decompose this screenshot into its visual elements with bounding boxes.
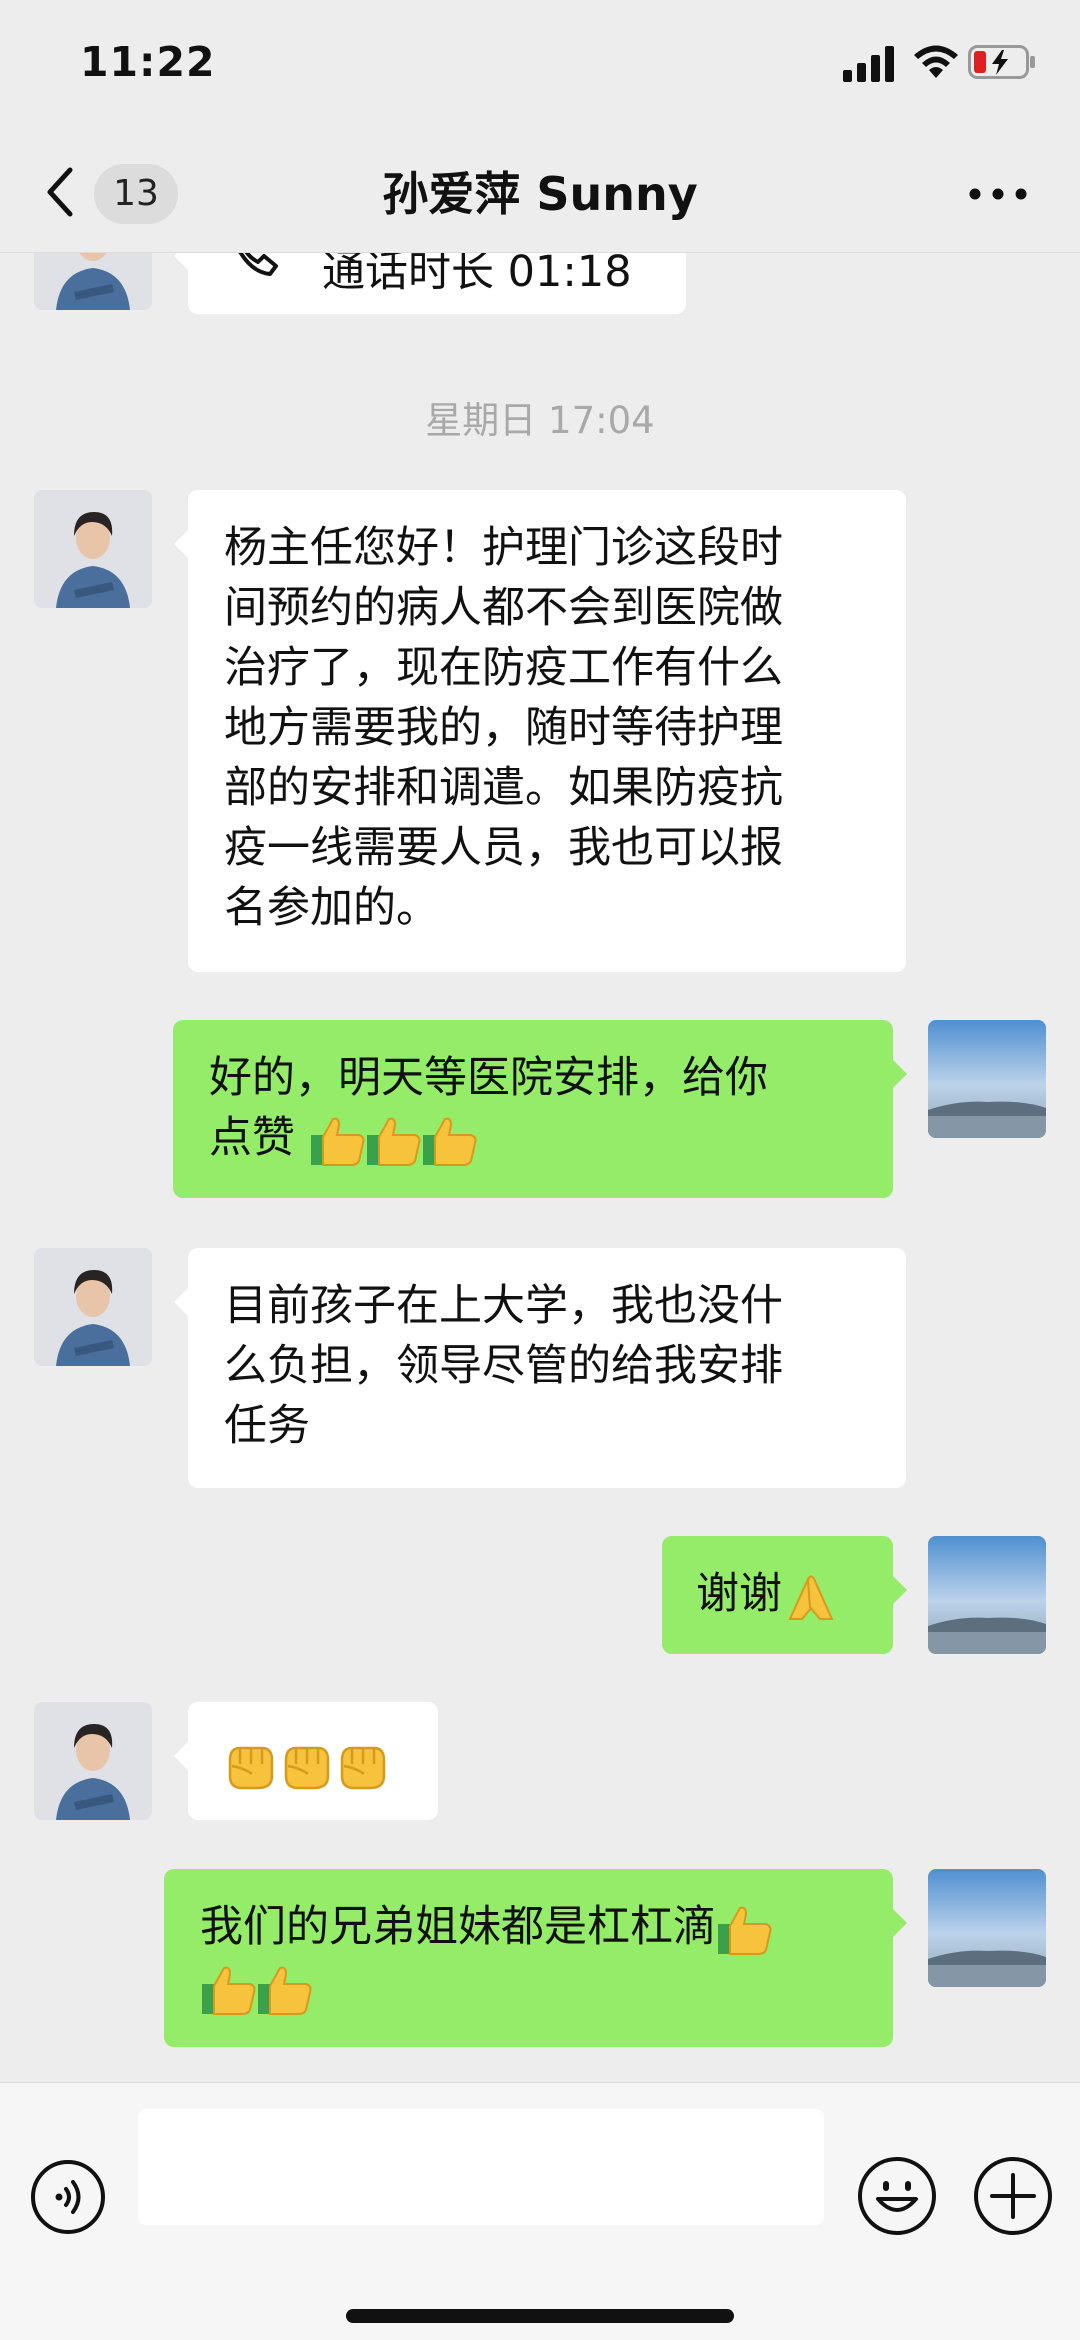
- raised-fist-icon: [340, 1746, 386, 1789]
- contact-avatar[interactable]: [34, 490, 152, 608]
- voice-call-icon: [237, 252, 278, 276]
- call-duration-bubble[interactable]: 通话时长 01:18: [174, 252, 686, 314]
- received-message-bubble[interactable]: 杨主任您好！护理门诊这段时 间预约的病人都不会到医院做 治疗了，现在防疫工作有什…: [174, 490, 906, 972]
- message-line: 点赞: [209, 1108, 857, 1168]
- thumbs-up-icon: [202, 1966, 256, 2015]
- status-bar: 11:22: [0, 0, 1080, 130]
- message-line: 部的安排和调遣。如果防疫抗: [224, 763, 783, 813]
- received-message-bubble[interactable]: 目前孩子在上大学，我也没什 么负担，领导尽管的给我安排 任务: [174, 1248, 906, 1488]
- thumbs-up-icon: [718, 1906, 772, 1955]
- contact-avatar[interactable]: [34, 1702, 152, 1820]
- contact-avatar[interactable]: [34, 1248, 152, 1366]
- emoji-smiley-icon[interactable]: [856, 2155, 938, 2237]
- home-indicator[interactable]: [346, 2309, 734, 2323]
- message-input[interactable]: [138, 2109, 824, 2225]
- my-avatar[interactable]: [928, 1020, 1046, 1138]
- sent-message-bubble[interactable]: 好的，明天等医院安排，给你 点赞: [173, 1020, 907, 1198]
- message-line: 么负担，领导尽管的给我安排: [224, 1341, 783, 1391]
- cellular-signal-icon: [843, 46, 894, 82]
- chat-title: 孙爱萍 Sunny: [382, 167, 698, 221]
- message-text: 我们的兄弟姐妹都是杠杠滴: [200, 1902, 716, 1952]
- message-line: 我们的兄弟姐妹都是杠杠滴: [200, 1897, 857, 1957]
- thumbs-up-icon: [422, 1117, 477, 1166]
- message-line: 地方需要我的，随时等待护理: [224, 703, 783, 753]
- message-line: 疫一线需要人员，我也可以报: [224, 823, 783, 873]
- chat-header: 13 孙爱萍 Sunny: [0, 130, 1080, 253]
- sent-message-bubble[interactable]: 谢谢: [662, 1536, 907, 1654]
- message-line: 任务: [224, 1401, 310, 1451]
- status-time: 11:22: [80, 38, 216, 86]
- message-line: 治疗了，现在防疫工作有什么: [224, 643, 783, 693]
- praying-hands-icon: [788, 1574, 834, 1620]
- plus-add-icon[interactable]: [972, 2155, 1054, 2237]
- message-line: 目前孩子在上大学，我也没什: [224, 1281, 783, 1331]
- received-emoji-bubble[interactable]: [174, 1702, 438, 1820]
- message-text: 点赞: [209, 1113, 295, 1163]
- thumbs-up-icon: [310, 1117, 365, 1166]
- thumbs-up-icon: [258, 1966, 312, 2015]
- wifi-icon: [914, 45, 958, 78]
- call-duration-text: 通话时长 01:18: [322, 252, 632, 297]
- message-list[interactable]: 通话时长 01:18 星期日 17:04 杨主任您好！护理门诊这段时 间预约的病…: [0, 252, 1080, 2082]
- message-text: 谢谢: [696, 1569, 782, 1619]
- battery-icon: [968, 45, 1035, 79]
- message-line: 间预约的病人都不会到医院做: [224, 583, 783, 633]
- more-options-icon[interactable]: [965, 174, 1031, 214]
- message-line: 名参加的。: [224, 883, 439, 933]
- thumbs-up-icon: [366, 1117, 421, 1166]
- input-bar: [0, 2082, 1080, 2340]
- voice-input-icon[interactable]: [30, 2159, 106, 2235]
- raised-fist-icon: [284, 1746, 330, 1789]
- my-avatar[interactable]: [928, 1536, 1046, 1654]
- message-line: 杨主任您好！护理门诊这段时: [224, 523, 783, 573]
- my-avatar[interactable]: [928, 1869, 1046, 1987]
- raised-fist-icon: [228, 1746, 274, 1789]
- contact-avatar[interactable]: [34, 252, 152, 310]
- message-line: 好的，明天等医院安排，给你: [209, 1053, 768, 1103]
- sent-message-bubble[interactable]: 我们的兄弟姐妹都是杠杠滴: [164, 1869, 907, 2047]
- message-timestamp: 星期日 17:04: [425, 399, 655, 442]
- message-line: [200, 1957, 857, 2017]
